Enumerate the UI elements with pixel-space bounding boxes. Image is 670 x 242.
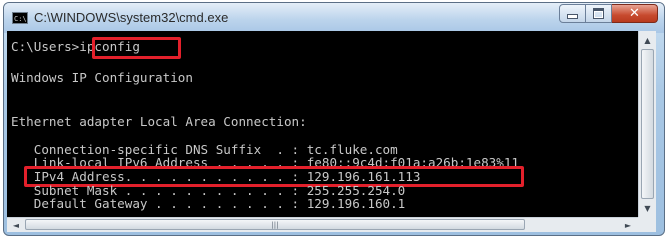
maximize-button[interactable]: [586, 4, 612, 23]
grip-icon: |||: [271, 220, 279, 229]
cmd-icon[interactable]: C:\: [12, 12, 28, 24]
minimize-icon: [567, 14, 578, 19]
console-line-heading: Windows IP Configuration: [11, 70, 193, 85]
vertical-scrollbar[interactable]: ▲ ▼: [638, 31, 656, 217]
scroll-down-icon[interactable]: ▼: [640, 200, 655, 216]
prompt-path: C:\Users: [11, 39, 72, 54]
window-title: C:\WINDOWS\system32\cmd.exe: [34, 10, 229, 25]
command-highlight-box: [92, 37, 181, 59]
scroll-right-icon[interactable]: ►: [620, 218, 636, 232]
horizontal-scroll-thumb[interactable]: |||: [25, 219, 525, 230]
title-bar[interactable]: C:\ C:\WINDOWS\system32\cmd.exe ✕: [4, 3, 664, 33]
window-controls: ✕: [559, 4, 658, 24]
scroll-left-icon[interactable]: ◄: [8, 218, 24, 232]
console-line-gateway: Default Gateway . . . . . . . . . : 129.…: [11, 196, 406, 211]
close-icon: ✕: [629, 6, 640, 21]
maximize-icon: [593, 8, 604, 19]
scroll-up-icon[interactable]: ▲: [640, 32, 655, 48]
resize-grip[interactable]: [638, 217, 656, 232]
console-line-adapter: Ethernet adapter Local Area Connection:: [11, 114, 307, 129]
horizontal-scrollbar[interactable]: ◄ ||| ►: [7, 217, 638, 232]
vertical-scroll-thumb[interactable]: [641, 49, 654, 199]
console-output[interactable]: C:\Users>ipconfig Windows IP Configurati…: [7, 31, 638, 217]
close-button[interactable]: ✕: [612, 4, 658, 23]
minimize-button[interactable]: [559, 4, 586, 23]
